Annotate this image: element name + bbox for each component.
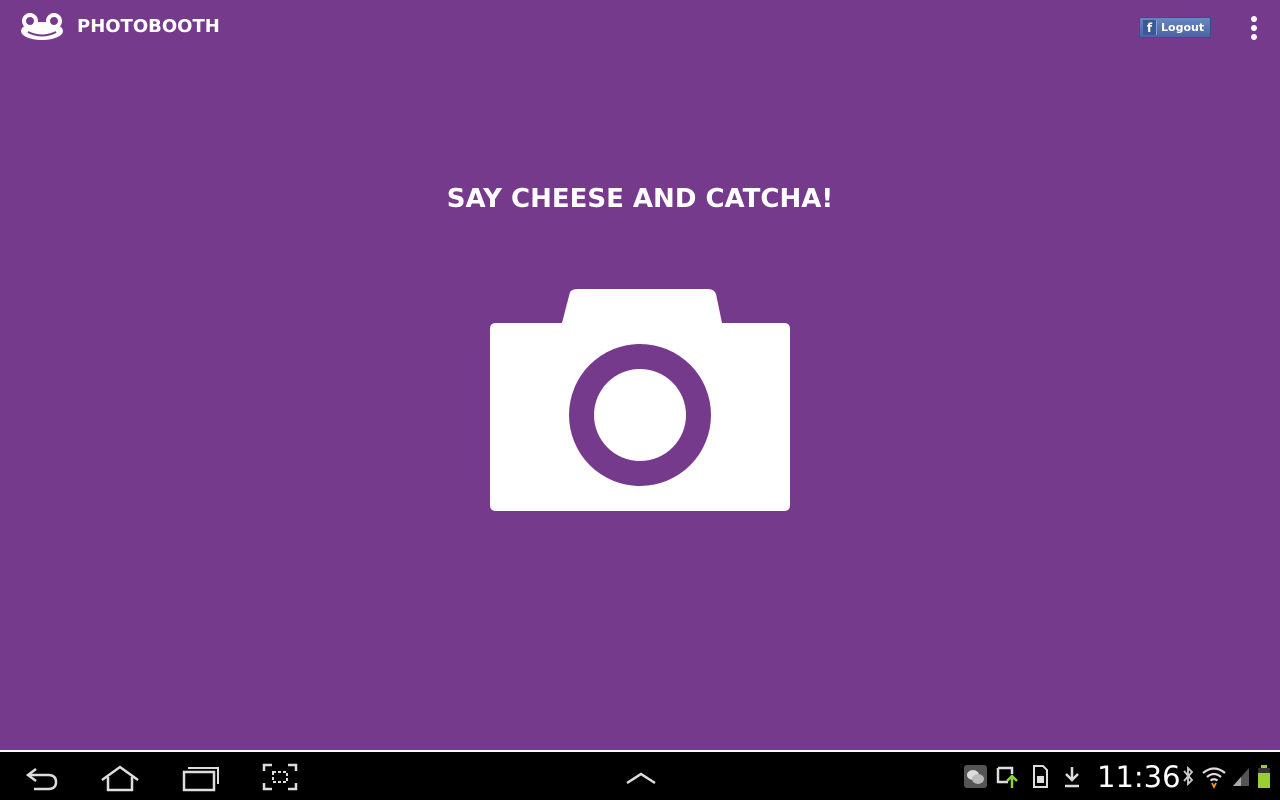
logout-label: Logout bbox=[1161, 21, 1205, 34]
home-icon[interactable] bbox=[98, 760, 142, 794]
sd-card-icon[interactable] bbox=[1031, 764, 1049, 789]
signal-icon bbox=[1233, 768, 1249, 786]
overflow-menu-button[interactable] bbox=[1243, 14, 1265, 42]
facebook-logout-button[interactable]: f Logout bbox=[1139, 17, 1211, 38]
bluetooth-icon bbox=[1183, 765, 1194, 787]
chat-notification-icon[interactable] bbox=[963, 764, 988, 789]
headline: SAY CHEESE AND CATCHA! bbox=[446, 184, 834, 214]
facebook-icon: f bbox=[1143, 20, 1157, 35]
camera-icon[interactable] bbox=[488, 286, 792, 514]
action-bar: PHOTOBOOTH f Logout bbox=[0, 0, 1280, 56]
app-title: PHOTOBOOTH bbox=[77, 16, 220, 37]
screenshot-icon[interactable] bbox=[260, 760, 300, 794]
recent-apps-icon[interactable] bbox=[180, 760, 220, 794]
photobooth-app: PHOTOBOOTH f Logout SAY CHEESE AND CATCH… bbox=[0, 0, 1280, 750]
frog-logo-icon bbox=[21, 13, 63, 40]
battery-icon bbox=[1258, 765, 1270, 788]
wifi-icon bbox=[1202, 767, 1226, 790]
more-vertical-icon bbox=[1251, 16, 1257, 22]
system-navigation-bar: 11:36 bbox=[0, 752, 1280, 800]
chevron-up-icon[interactable] bbox=[622, 760, 660, 794]
clock: 11:36 bbox=[1097, 760, 1181, 794]
download-icon[interactable] bbox=[1062, 764, 1082, 789]
back-icon[interactable] bbox=[22, 760, 62, 794]
sync-icon[interactable] bbox=[996, 764, 1022, 789]
